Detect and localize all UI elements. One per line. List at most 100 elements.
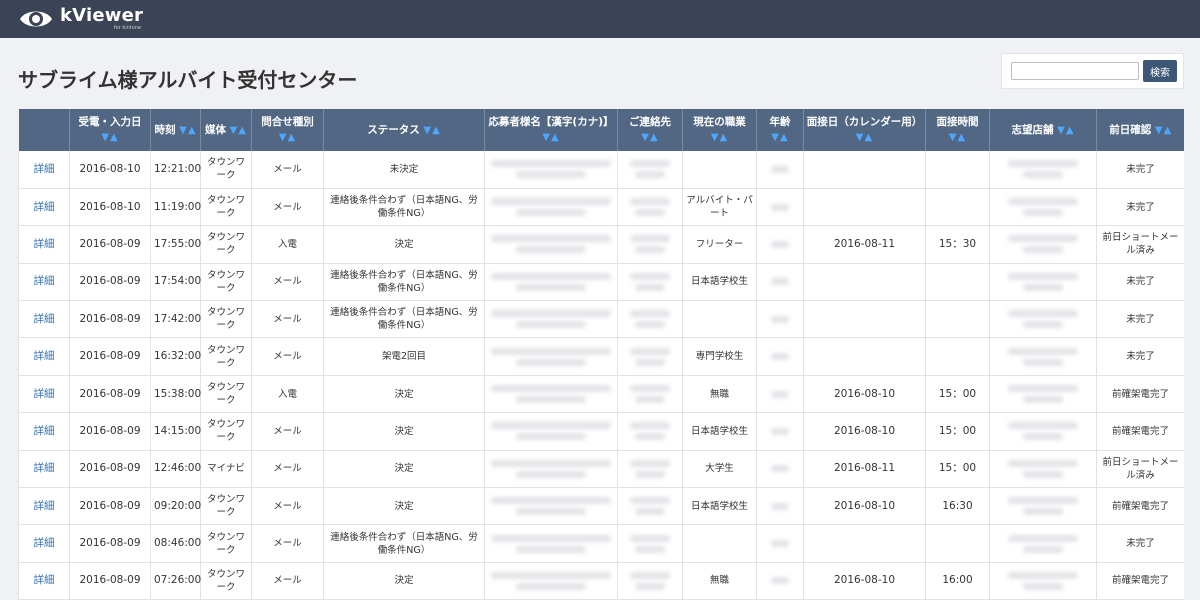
- redacted-value: [993, 198, 1093, 217]
- cell-detail[interactable]: 詳細: [18, 412, 70, 451]
- redaction-bar: [771, 353, 789, 361]
- cell-date: 2016-08-09: [69, 337, 151, 376]
- cell-time: 14:15:00: [150, 412, 201, 451]
- redaction-bar: [635, 582, 665, 590]
- column-header-label: 受電・入力日: [78, 116, 142, 128]
- cell-detail[interactable]: 詳細: [18, 151, 70, 189]
- column-header-job[interactable]: 現在の職業 ▼▲: [682, 109, 757, 151]
- redaction-bar: [771, 390, 789, 398]
- table-row: 詳細 2016-08-09 08:46:00 タウンワーク メール 連絡後条件合わず（日本…: [18, 524, 1184, 563]
- redaction-bar: [630, 459, 670, 467]
- redaction-bar: [516, 396, 586, 404]
- cell-itime: 15：00: [925, 450, 990, 489]
- cell-type: 入電: [251, 225, 324, 264]
- sort-arrows-icon[interactable]: ▼▲: [1057, 125, 1074, 136]
- cell-idate: 2016-08-10: [803, 375, 926, 414]
- sort-arrows-icon[interactable]: ▼▲: [641, 132, 658, 143]
- cell-confirm: 前確架電完了: [1096, 412, 1184, 451]
- redaction-bar: [1008, 347, 1078, 355]
- table-header-row: 受電・入力日 ▼▲ 時刻 ▼▲ 媒体 ▼▲ 問合せ種別 ▼▲ ステータス ▼▲ 応募者様名…: [18, 109, 1184, 151]
- redaction-bar: [491, 347, 611, 355]
- sort-arrows-icon[interactable]: ▼▲: [856, 132, 873, 143]
- column-header-status[interactable]: ステータス ▼▲: [323, 109, 485, 151]
- redaction-bar: [635, 358, 665, 366]
- sort-arrows-icon[interactable]: ▼▲: [179, 125, 196, 136]
- cell-media: マイナビ: [200, 450, 252, 489]
- cell-store: [989, 562, 1097, 600]
- redacted-value: [760, 540, 800, 548]
- cell-age: [756, 151, 804, 189]
- column-header-itime[interactable]: 面接時間 ▼▲: [925, 109, 990, 151]
- redaction-bar: [1008, 571, 1078, 579]
- cell-confirm: 前確架電完了: [1096, 487, 1184, 526]
- redacted-value: [760, 278, 800, 286]
- redaction-bar: [491, 160, 611, 168]
- cell-type: メール: [251, 151, 324, 189]
- column-header-age[interactable]: 年齢 ▼▲: [756, 109, 804, 151]
- redaction-bar: [771, 240, 789, 248]
- cell-detail[interactable]: 詳細: [18, 188, 70, 227]
- sort-arrows-icon[interactable]: ▼▲: [230, 125, 247, 136]
- redacted-value: [760, 315, 800, 323]
- cell-media: タウンワーク: [200, 337, 252, 376]
- cell-detail[interactable]: 詳細: [18, 524, 70, 563]
- sort-arrows-icon[interactable]: ▼▲: [279, 132, 296, 143]
- cell-status: 決定: [323, 412, 485, 451]
- app-logo[interactable]: kViewer for kintone: [60, 7, 143, 31]
- column-header-media[interactable]: 媒体 ▼▲: [200, 109, 252, 151]
- redaction-bar: [1023, 433, 1063, 441]
- cell-detail[interactable]: 詳細: [18, 487, 70, 526]
- sort-arrows-icon[interactable]: ▼▲: [771, 132, 788, 143]
- cell-itime: [925, 300, 990, 339]
- cell-detail[interactable]: 詳細: [18, 263, 70, 302]
- cell-age: [756, 188, 804, 227]
- column-header-type[interactable]: 問合せ種別 ▼▲: [251, 109, 324, 151]
- cell-detail[interactable]: 詳細: [18, 562, 70, 600]
- redacted-value: [760, 353, 800, 361]
- cell-detail[interactable]: 詳細: [18, 375, 70, 414]
- redaction-bar: [635, 470, 665, 478]
- cell-name: [484, 412, 618, 451]
- sort-arrows-icon[interactable]: ▼▲: [101, 132, 118, 143]
- cell-detail[interactable]: 詳細: [18, 300, 70, 339]
- cell-detail[interactable]: 詳細: [18, 450, 70, 489]
- search-button[interactable]: 検索: [1143, 60, 1177, 82]
- column-header-label: 問合せ種別: [261, 116, 314, 128]
- cell-idate: 2016-08-10: [803, 412, 926, 451]
- redacted-value: [488, 571, 614, 590]
- cell-idate: [803, 300, 926, 339]
- sort-arrows-icon[interactable]: ▼▲: [423, 125, 440, 136]
- cell-name: [484, 300, 618, 339]
- cell-detail[interactable]: 詳細: [18, 225, 70, 264]
- redaction-bar: [1008, 385, 1078, 393]
- sort-arrows-icon[interactable]: ▼▲: [1155, 125, 1172, 136]
- sort-arrows-icon[interactable]: ▼▲: [711, 132, 728, 143]
- column-header-time[interactable]: 時刻 ▼▲: [150, 109, 201, 151]
- redaction-bar: [1023, 209, 1063, 217]
- redaction-bar: [516, 321, 586, 329]
- search-input[interactable]: [1011, 62, 1139, 80]
- cell-store: [989, 450, 1097, 489]
- redaction-bar: [1008, 310, 1078, 318]
- cell-confirm: 未完了: [1096, 188, 1184, 227]
- cell-age: [756, 412, 804, 451]
- cell-store: [989, 151, 1097, 189]
- cell-age: [756, 337, 804, 376]
- column-header-store[interactable]: 志望店舗 ▼▲: [989, 109, 1097, 151]
- cell-time: 16:32:00: [150, 337, 201, 376]
- cell-detail[interactable]: 詳細: [18, 337, 70, 376]
- cell-media: タウンワーク: [200, 375, 252, 414]
- column-header-confirm[interactable]: 前日確認 ▼▲: [1096, 109, 1184, 151]
- cell-age: [756, 487, 804, 526]
- column-header-date[interactable]: 受電・入力日 ▼▲: [69, 109, 151, 151]
- column-header-idate[interactable]: 面接日（カレンダー用） ▼▲: [803, 109, 926, 151]
- redacted-value: [621, 198, 679, 217]
- column-header-name[interactable]: 応募者様名【漢字(カナ)】 ▼▲: [484, 109, 618, 151]
- cell-media: タウンワーク: [200, 562, 252, 600]
- redaction-bar: [630, 347, 670, 355]
- sort-arrows-icon[interactable]: ▼▲: [949, 132, 966, 143]
- top-bar: kViewer for kintone: [0, 0, 1200, 38]
- sort-arrows-icon[interactable]: ▼▲: [542, 132, 559, 143]
- column-header-contact[interactable]: ご連絡先 ▼▲: [617, 109, 683, 151]
- redaction-bar: [491, 571, 611, 579]
